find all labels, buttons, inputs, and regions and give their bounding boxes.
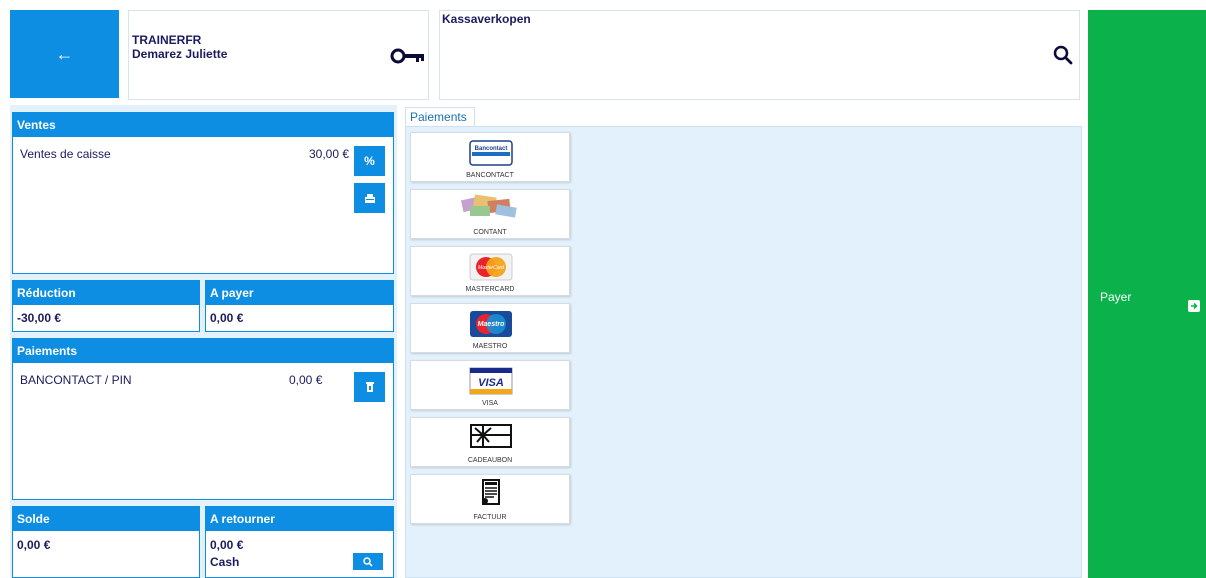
paiements-line-amount: 0,00 € <box>289 373 323 387</box>
mastercard-logo-text: MasterCard <box>478 265 504 271</box>
pay-button-label: Payer <box>1100 290 1132 304</box>
solde-value: 0,00 € <box>17 538 51 552</box>
a-payer-header: A payer <box>206 281 393 305</box>
enter-icon <box>1188 300 1200 312</box>
maestro-logo-text: Maestro <box>478 321 506 328</box>
ventes-item-amount: 30,00 € <box>309 147 350 161</box>
visa-logo-icon: VISA <box>469 367 513 395</box>
mastercard-logo-icon: MasterCard <box>469 253 513 281</box>
key-icon[interactable] <box>390 47 426 65</box>
ventes-panel: Ventes Ventes de caisse 30,00 € % <box>12 112 394 274</box>
a-retourner-panel: A retourner 0,00 € Cash <box>205 506 394 578</box>
trash-icon <box>365 382 374 392</box>
search-icon <box>363 556 373 567</box>
invoice-icon <box>482 479 500 505</box>
discount-button[interactable]: % <box>354 146 385 176</box>
search-icon[interactable] <box>1053 45 1073 65</box>
delete-payment-button[interactable] <box>354 372 385 402</box>
paiements-panel: Paiements BANCONTACT / PIN 0,00 € <box>12 338 394 500</box>
user-name: Demarez Juliette <box>132 47 228 61</box>
a-retourner-header: A retourner <box>206 507 393 531</box>
bancontact-logo-text: Bancontact <box>475 146 508 152</box>
register-button[interactable] <box>354 183 385 213</box>
payment-method-factuur[interactable]: FACTUUR <box>410 474 570 524</box>
ventes-item-label: Ventes de caisse <box>20 147 111 161</box>
payment-method-mastercard[interactable]: MasterCard MASTERCARD <box>410 246 570 296</box>
payment-method-contant[interactable]: CONTANT <box>410 189 570 239</box>
reduction-header: Réduction <box>13 281 199 305</box>
solde-panel: Solde 0,00 € <box>12 506 200 578</box>
payment-method-maestro[interactable]: Maestro MAESTRO <box>410 303 570 353</box>
return-search-button[interactable] <box>353 553 383 570</box>
gift-card-icon <box>470 424 512 448</box>
payment-method-cadeaubon[interactable]: CADEAUBON <box>410 417 570 467</box>
user-panel: TRAINERFR Demarez Juliette <box>128 10 429 100</box>
payment-method-label: VISA <box>482 400 498 407</box>
percent-icon: % <box>364 154 375 168</box>
search-title: Kassaverkopen <box>442 12 531 26</box>
reduction-panel: Réduction -30,00 € <box>12 280 200 332</box>
reduction-value: -30,00 € <box>17 311 62 325</box>
a-payer-panel: A payer 0,00 € <box>205 280 394 332</box>
a-payer-value: 0,00 € <box>210 311 244 325</box>
search-panel[interactable]: Kassaverkopen <box>439 10 1080 100</box>
a-retourner-method: Cash <box>210 555 240 569</box>
payment-method-visa[interactable]: VISA VISA <box>410 360 570 410</box>
cash-notes-icon <box>460 194 517 218</box>
payment-method-label: FACTUUR <box>473 514 507 521</box>
payment-method-label: MASTERCARD <box>465 286 515 293</box>
user-code: TRAINERFR <box>132 33 202 47</box>
solde-header: Solde <box>13 507 199 531</box>
payment-method-bancontact[interactable]: Bancontact BANCONTACT <box>410 132 570 182</box>
payment-method-label: CADEAUBON <box>467 457 513 464</box>
paiements-header: Paiements <box>13 339 393 363</box>
cash-register-icon <box>364 193 375 203</box>
payment-method-label: MAESTRO <box>472 343 508 350</box>
pay-button[interactable]: Payer <box>1088 10 1206 578</box>
bancontact-logo-icon: Bancontact <box>469 140 513 166</box>
ventes-header: Ventes <box>13 113 393 137</box>
visa-logo-text: VISA <box>478 377 504 389</box>
arrow-left-icon: ← <box>55 43 74 64</box>
tab-paiements[interactable]: Paiements <box>405 107 475 127</box>
maestro-logo-icon: Maestro <box>470 311 512 337</box>
back-button[interactable]: ← <box>10 10 119 98</box>
paiements-line-label: BANCONTACT / PIN <box>20 373 132 387</box>
payment-method-label: CONTANT <box>473 229 507 236</box>
payment-method-label: BANCONTACT <box>466 172 514 179</box>
